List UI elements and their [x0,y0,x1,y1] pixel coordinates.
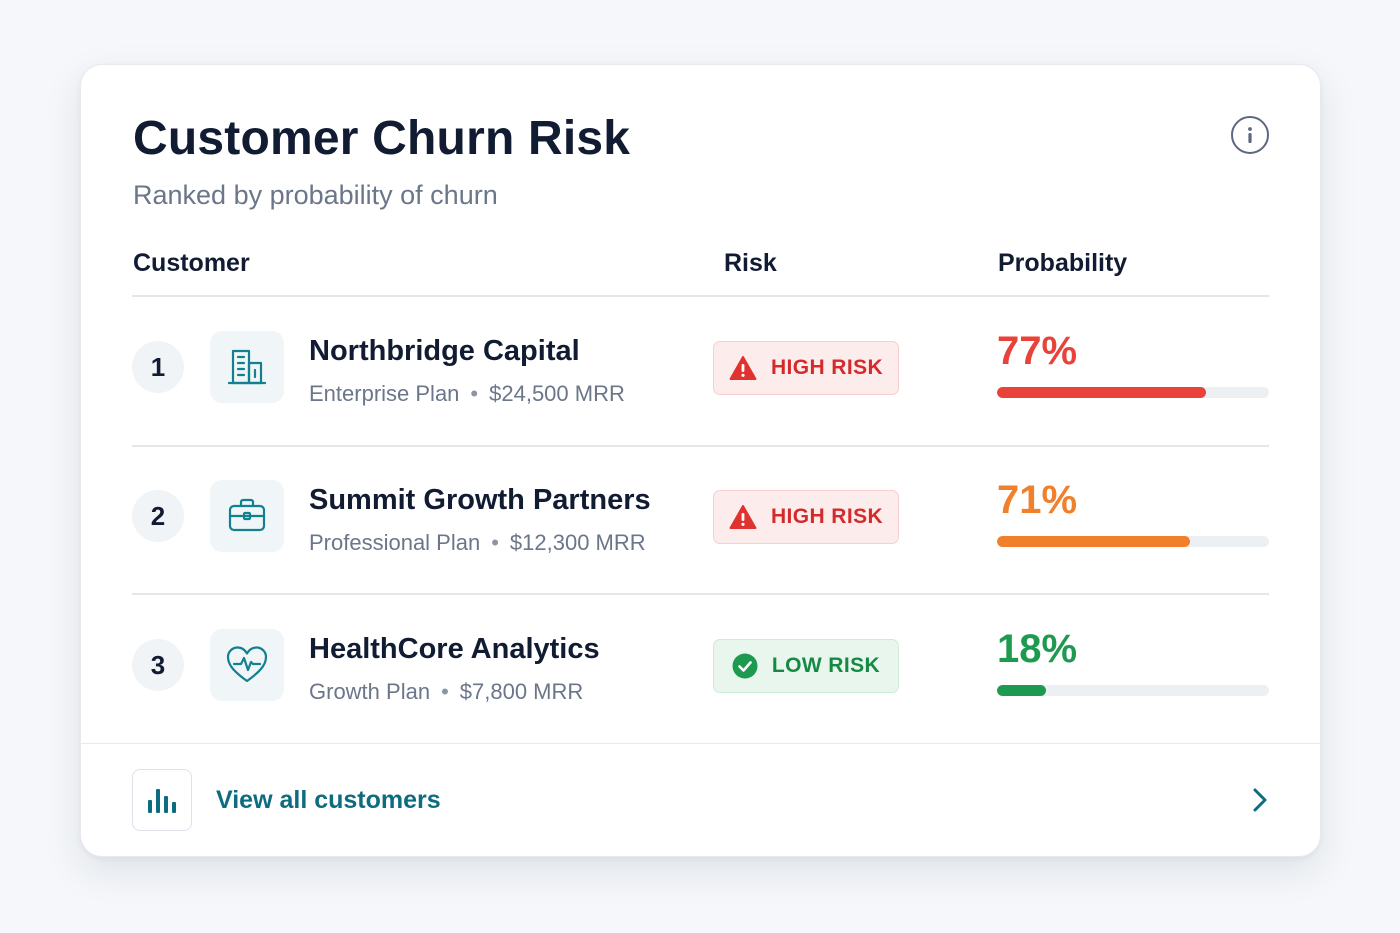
view-all-customers-label[interactable]: View all customers [216,786,441,815]
card-subtitle: Ranked by probability of churn [133,180,498,210]
probability-bar [997,536,1269,547]
view-all-customers-link[interactable]: View all customers [81,743,1320,856]
plan-name: Professional Plan [309,530,481,555]
mrr-value: $24,500 MRR [489,381,625,406]
table-row[interactable]: 3 HealthCore Analytics Growth Plan • $7,80… [81,595,1320,744]
customer-meta: Professional Plan • $12,300 MRR [309,530,646,556]
probability-value: 18% [997,627,1078,671]
card-title: Customer Churn Risk [133,112,631,165]
risk-label: HIGH RISK [770,356,884,379]
column-header-customer: Customer [133,249,250,277]
warning-icon [729,356,757,380]
mrr-value: $12,300 MRR [509,530,646,555]
rank-number: 1 [132,341,184,393]
probability-value: 77% [997,329,1078,373]
probability-value: 71% [997,478,1078,522]
plan-name: Growth Plan [309,679,431,704]
separator-dot: • [491,530,499,555]
risk-label: LOW RISK [771,654,881,677]
check-circle-icon [732,653,758,679]
customer-meta: Growth Plan • $7,800 MRR [309,679,583,705]
separator-dot: • [470,381,479,406]
risk-badge: HIGH RISK [713,341,899,395]
probability-bar-fill [997,387,1207,398]
building-icon [210,331,284,403]
table-row[interactable]: 1 Northbridge Capital Enterprise Plan • $2… [81,297,1320,446]
risk-label: HIGH RISK [770,505,884,528]
chevron-right-icon[interactable] [1249,786,1271,814]
bar-chart-icon [132,769,192,831]
rank-number: 2 [132,490,184,542]
customer-name: Northbridge Capital [309,335,580,367]
heart-pulse-icon [210,629,284,701]
rank-number: 3 [132,639,184,691]
plan-name: Enterprise Plan [309,381,460,406]
probability-bar-fill [997,536,1191,547]
briefcase-icon [210,480,284,552]
risk-badge: LOW RISK [713,639,899,693]
probability-bar [997,685,1269,696]
customer-name: HealthCore Analytics [309,633,600,665]
risk-badge: HIGH RISK [713,490,899,544]
probability-bar-fill [997,685,1046,696]
churn-risk-card: Customer Churn Risk Ranked by probabilit… [80,64,1321,857]
table-row[interactable]: 2 Summit Growth Partners Professional Pl… [81,446,1320,595]
mrr-value: $7,800 MRR [459,679,584,704]
info-icon[interactable] [1231,116,1269,154]
probability-bar [997,387,1269,398]
customer-name: Summit Growth Partners [309,484,651,516]
customer-meta: Enterprise Plan • $24,500 MRR [309,381,625,407]
column-header-probability: Probability [998,249,1128,277]
warning-icon [729,505,757,529]
column-header-risk: Risk [724,249,777,277]
separator-dot: • [441,679,449,704]
